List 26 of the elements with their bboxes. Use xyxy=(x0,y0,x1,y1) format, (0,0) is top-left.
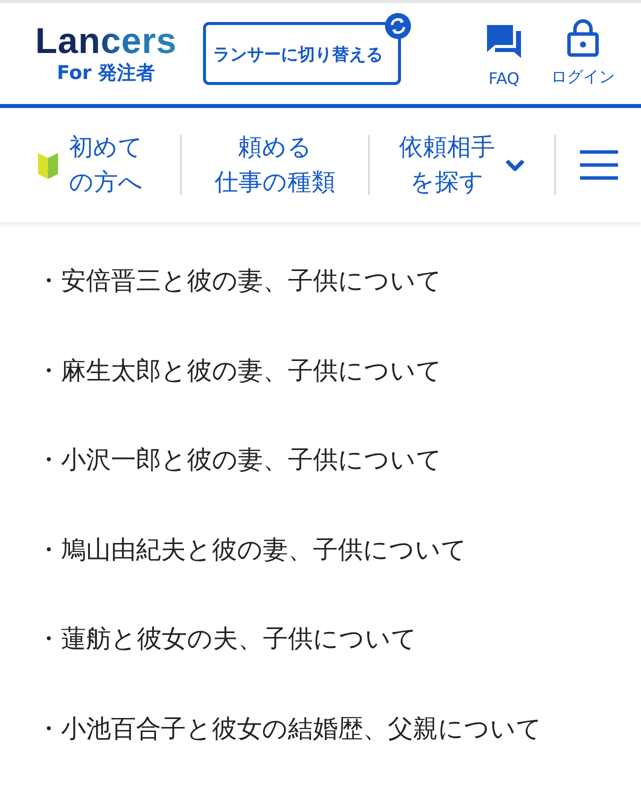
logo-subtitle: For 発注者 xyxy=(56,61,156,86)
chat-icon xyxy=(485,23,523,59)
nav-label: を探す xyxy=(410,167,484,198)
menu-icon xyxy=(580,150,618,180)
chevron-down-icon xyxy=(505,159,525,171)
list-item: ・麻生太郎と彼の妻、子供について xyxy=(36,356,443,386)
switch-icon xyxy=(385,13,411,39)
nav-label: 仕事の種類 xyxy=(214,167,336,198)
lock-icon xyxy=(567,19,599,57)
list-item: ・鳩山由紀夫と彼の妻、子供について xyxy=(36,534,468,566)
switch-role-button[interactable]: ランサーに切り替える xyxy=(203,22,401,85)
nav-item[interactable]: 初めて の方へ xyxy=(0,135,182,195)
nav-label: 初めて xyxy=(69,132,143,164)
nav-item[interactable]: 頼める 仕事の種類 xyxy=(182,135,370,195)
list-item: ・小沢一郎と彼の妻、子供について xyxy=(36,445,443,476)
nav-label: の方へ xyxy=(69,167,143,198)
login-link[interactable]: ログイン xyxy=(551,19,615,88)
list-item: ・小池百合子と彼女の結婚歴、父親について xyxy=(36,714,543,744)
menu-button[interactable] xyxy=(580,150,618,180)
list-item: ・蓮舫と彼女の夫、子供について xyxy=(36,624,418,655)
list-item: ・安倍晋三と彼の妻、子供について xyxy=(36,266,443,297)
beginner-mark-icon xyxy=(37,150,59,180)
faq-link[interactable]: FAQ xyxy=(485,23,523,88)
nav-label: 頼める xyxy=(238,132,312,164)
nav-item[interactable]: 依頼相手 を探す xyxy=(370,135,556,195)
nav-label: 依頼相手 xyxy=(399,132,495,164)
